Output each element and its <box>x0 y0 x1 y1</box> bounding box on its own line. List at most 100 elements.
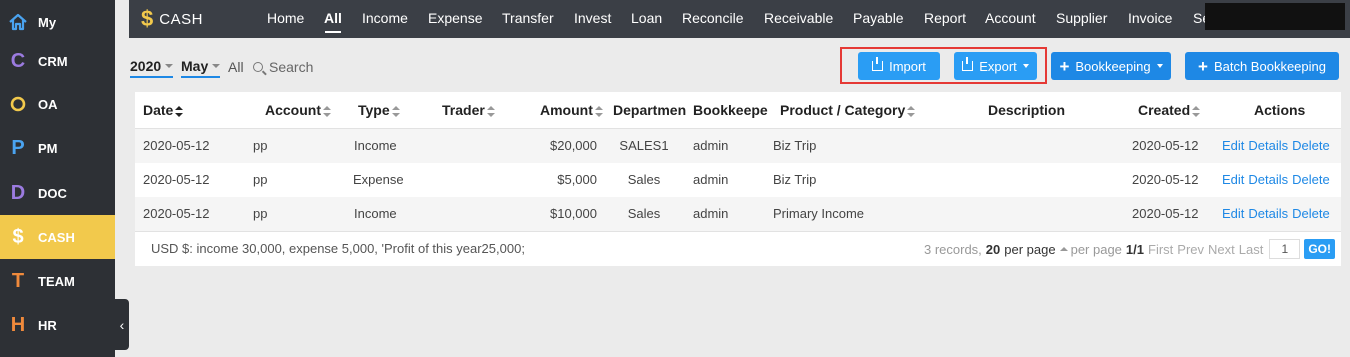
sidebar-item-doc[interactable]: D DOC <box>0 171 115 215</box>
year-value: 2020 <box>130 58 162 74</box>
left-sidebar: My C CRM OA P PM D DOC $ CASH T TEAM H H… <box>0 0 115 357</box>
nav-supplier[interactable]: Supplier <box>1056 0 1107 38</box>
records-count: 3 records, <box>923 241 982 257</box>
plus-icon: + <box>1059 56 1070 76</box>
column-header-department[interactable]: Departmen <box>613 92 688 128</box>
last-page-link[interactable]: Last <box>1239 242 1264 257</box>
column-header-date[interactable]: Date <box>143 92 184 128</box>
delete-link[interactable]: Delete <box>1292 172 1330 187</box>
caret-down-icon <box>1156 64 1163 68</box>
cell-amount: $5,000 <box>557 172 597 187</box>
nav-report[interactable]: Report <box>924 0 966 38</box>
column-header-actions: Actions <box>1254 92 1305 128</box>
brand: $ CASH <box>141 0 203 38</box>
sidebar-item-pm[interactable]: P PM <box>0 126 115 170</box>
plus-icon: + <box>1198 56 1208 76</box>
caret-up-icon[interactable] <box>1059 247 1068 251</box>
nav-account[interactable]: Account <box>985 0 1036 38</box>
sort-icon <box>907 105 916 117</box>
nav-income[interactable]: Income <box>362 0 408 38</box>
cell-created: 2020-05-12 <box>1132 206 1199 221</box>
edit-link[interactable]: Edit <box>1222 138 1244 153</box>
first-page-link[interactable]: First <box>1148 242 1173 257</box>
cell-amount: $10,000 <box>550 206 597 221</box>
nav-payable[interactable]: Payable <box>853 0 904 38</box>
sidebar-item-my[interactable]: My <box>0 0 115 44</box>
edit-link[interactable]: Edit <box>1222 206 1244 221</box>
delete-link[interactable]: Delete <box>1292 206 1330 221</box>
oa-circle-icon <box>0 96 36 112</box>
go-button[interactable]: GO! <box>1304 239 1335 259</box>
nav-expense[interactable]: Expense <box>428 0 482 38</box>
month-select[interactable]: May <box>181 56 221 78</box>
sidebar-item-hr[interactable]: H HR <box>0 303 115 347</box>
cell-category: Primary Income <box>773 206 865 221</box>
bookkeeping-label: Bookkeeping <box>1075 58 1151 74</box>
caret-down-icon <box>165 64 174 68</box>
details-link[interactable]: Details <box>1248 138 1288 153</box>
column-header-amount[interactable]: Amount <box>540 92 603 128</box>
table-row: 2020-05-12 pp Income $20,000 SALES1 admi… <box>135 129 1341 163</box>
cell-category: Biz Trip <box>773 138 817 153</box>
sidebar-collapse-toggle[interactable]: ‹ <box>115 299 129 350</box>
column-header-type[interactable]: Type <box>358 92 400 128</box>
sidebar-item-label: TEAM <box>38 273 75 289</box>
nav-receivable[interactable]: Receivable <box>764 0 833 38</box>
next-page-link[interactable]: Next <box>1208 242 1235 257</box>
cell-department: Sales <box>627 206 661 221</box>
totals-summary: USD $: income 30,000, expense 5,000, 'Pr… <box>151 241 525 256</box>
nav-transfer[interactable]: Transfer <box>502 0 554 38</box>
cell-department: SALES1 <box>619 138 669 153</box>
table-row: 2020-05-12 pp Income $10,000 Sales admin… <box>135 197 1341 231</box>
cell-account: pp <box>253 138 268 153</box>
sidebar-item-cash[interactable]: $ CASH <box>0 215 115 259</box>
page-number-input[interactable] <box>1269 239 1301 259</box>
per-page-text: per page <box>1004 241 1056 257</box>
cell-bookkeeper: admin <box>693 138 729 153</box>
year-select[interactable]: 2020 <box>130 56 174 78</box>
batch-bookkeeping-label: Batch Bookkeeping <box>1213 58 1326 74</box>
search-input[interactable]: Search <box>253 56 313 78</box>
edit-link[interactable]: Edit <box>1222 172 1244 187</box>
sidebar-item-crm[interactable]: C CRM <box>0 39 115 83</box>
sidebar-item-label: CRM <box>38 53 68 69</box>
filter-all[interactable]: All <box>228 56 244 78</box>
sort-icon <box>486 105 495 117</box>
nav-invest[interactable]: Invest <box>574 0 611 38</box>
delete-link[interactable]: Delete <box>1292 138 1330 153</box>
column-header-bookkeeper[interactable]: Bookkeepe <box>693 92 768 128</box>
prev-page-link[interactable]: Prev <box>1177 242 1204 257</box>
column-label: Actions <box>1254 102 1306 118</box>
nav-all[interactable]: All <box>324 0 342 38</box>
records-table: Date Account Type Trader Amount Departme… <box>135 92 1341 266</box>
per-page-selector[interactable]: per page <box>1071 242 1122 257</box>
column-label: Type <box>358 102 390 118</box>
bookkeeping-button[interactable]: + Bookkeeping <box>1051 52 1171 80</box>
chevron-left-icon: ‹ <box>119 316 125 333</box>
column-header-account[interactable]: Account <box>265 92 331 128</box>
nav-home[interactable]: Home <box>267 0 304 38</box>
per-page-value: 20 <box>985 241 1001 257</box>
cell-date: 2020-05-12 <box>143 138 210 153</box>
annotation-highlight-box <box>840 47 1047 84</box>
batch-bookkeeping-button[interactable]: + Batch Bookkeeping <box>1185 52 1339 80</box>
column-header-category[interactable]: Product / Category <box>780 92 916 128</box>
dollar-icon: $ <box>12 226 24 248</box>
filter-all-label: All <box>228 59 244 75</box>
nav-invoice[interactable]: Invoice <box>1128 0 1172 38</box>
cell-category: Biz Trip <box>773 172 817 187</box>
cell-bookkeeper: admin <box>693 172 729 187</box>
sidebar-item-team[interactable]: T TEAM <box>0 259 115 303</box>
sidebar-item-oa[interactable]: OA <box>0 82 115 126</box>
details-link[interactable]: Details <box>1248 172 1288 187</box>
sidebar-item-label: HR <box>38 317 57 333</box>
column-header-trader[interactable]: Trader <box>442 92 495 128</box>
nav-reconcile[interactable]: Reconcile <box>682 0 743 38</box>
column-label: Product / Category <box>780 102 906 118</box>
column-header-created[interactable]: Created <box>1138 92 1201 128</box>
column-label: Departmen <box>613 102 687 118</box>
details-link[interactable]: Details <box>1248 206 1288 221</box>
nav-loan[interactable]: Loan <box>631 0 662 38</box>
sort-icon <box>323 105 331 117</box>
table-row: 2020-05-12 pp Expense $5,000 Sales admin… <box>135 163 1341 197</box>
